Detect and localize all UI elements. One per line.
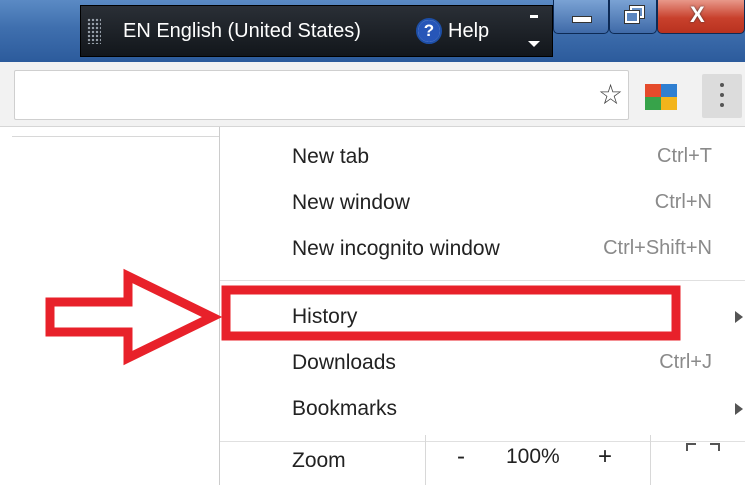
annotation-highlight-box [221, 285, 681, 341]
annotation-overlay [45, 268, 681, 366]
annotation-arrow [45, 268, 223, 366]
